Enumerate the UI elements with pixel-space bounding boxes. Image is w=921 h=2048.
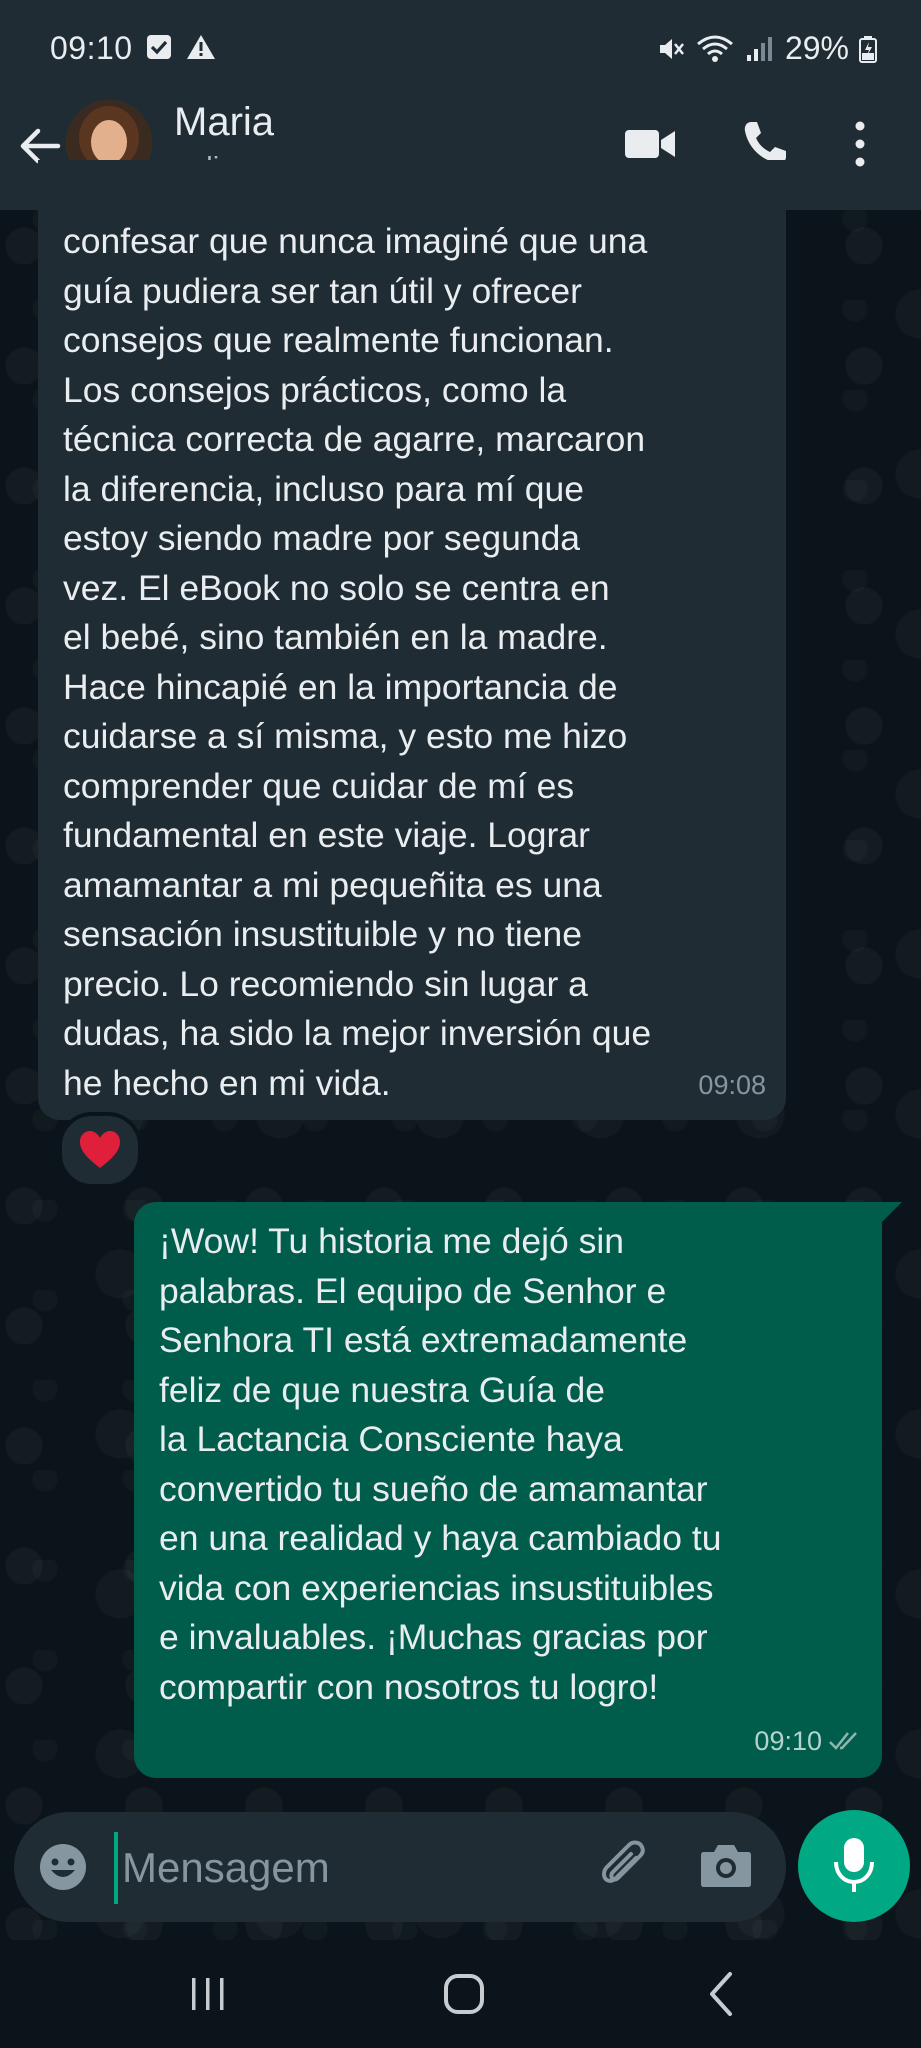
system-navigation-bar	[0, 1940, 921, 2048]
home-icon[interactable]	[442, 1972, 486, 2016]
voice-record-button[interactable]	[798, 1810, 910, 1922]
wifi-icon	[697, 35, 733, 62]
attach-icon[interactable]	[596, 1838, 650, 1896]
heart-reaction-icon	[80, 1131, 120, 1168]
notification-check-icon	[147, 35, 171, 59]
mute-icon	[659, 38, 684, 59]
status-left-icons	[146, 34, 216, 60]
nav-back-icon[interactable]	[702, 1970, 742, 2018]
message-meta: 09:10	[754, 1717, 864, 1767]
status-time: 09:10	[50, 30, 133, 66]
battery-percent: 29%	[784, 30, 849, 66]
battery-charging-icon	[859, 35, 877, 63]
more-vert-icon[interactable]	[850, 118, 870, 170]
message-text: confesar que nunca imaginé que una guía …	[63, 221, 652, 1103]
message-composer	[14, 1812, 786, 1922]
outgoing-bubble-tail	[880, 1202, 902, 1224]
message-time: 09:10	[754, 1725, 822, 1756]
status-bar: 09:10 29%	[0, 0, 921, 100]
recent-apps-icon[interactable]	[186, 1972, 230, 2016]
message-text: ¡Wow! Tu historia me dejó sin palabras. …	[159, 1221, 722, 1707]
emoji-icon[interactable]	[38, 1842, 88, 1892]
outgoing-message[interactable]: ¡Wow! Tu historia me dejó sin palabras. …	[134, 1202, 882, 1778]
status-right: 29%	[655, 30, 877, 67]
contact-name[interactable]: Maria	[174, 100, 274, 145]
read-receipt-icon	[829, 1732, 857, 1751]
signal-icon	[746, 36, 772, 61]
camera-icon[interactable]	[700, 1840, 752, 1888]
video-call-icon[interactable]	[624, 124, 676, 164]
warning-icon	[187, 35, 215, 59]
message-time: 09:08	[698, 1069, 766, 1100]
message-reaction[interactable]	[58, 1112, 142, 1188]
message-input[interactable]	[114, 1832, 604, 1904]
incoming-message[interactable]: confesar que nunca imaginé que una guía …	[38, 160, 786, 1120]
microphone-icon	[834, 1838, 874, 1892]
